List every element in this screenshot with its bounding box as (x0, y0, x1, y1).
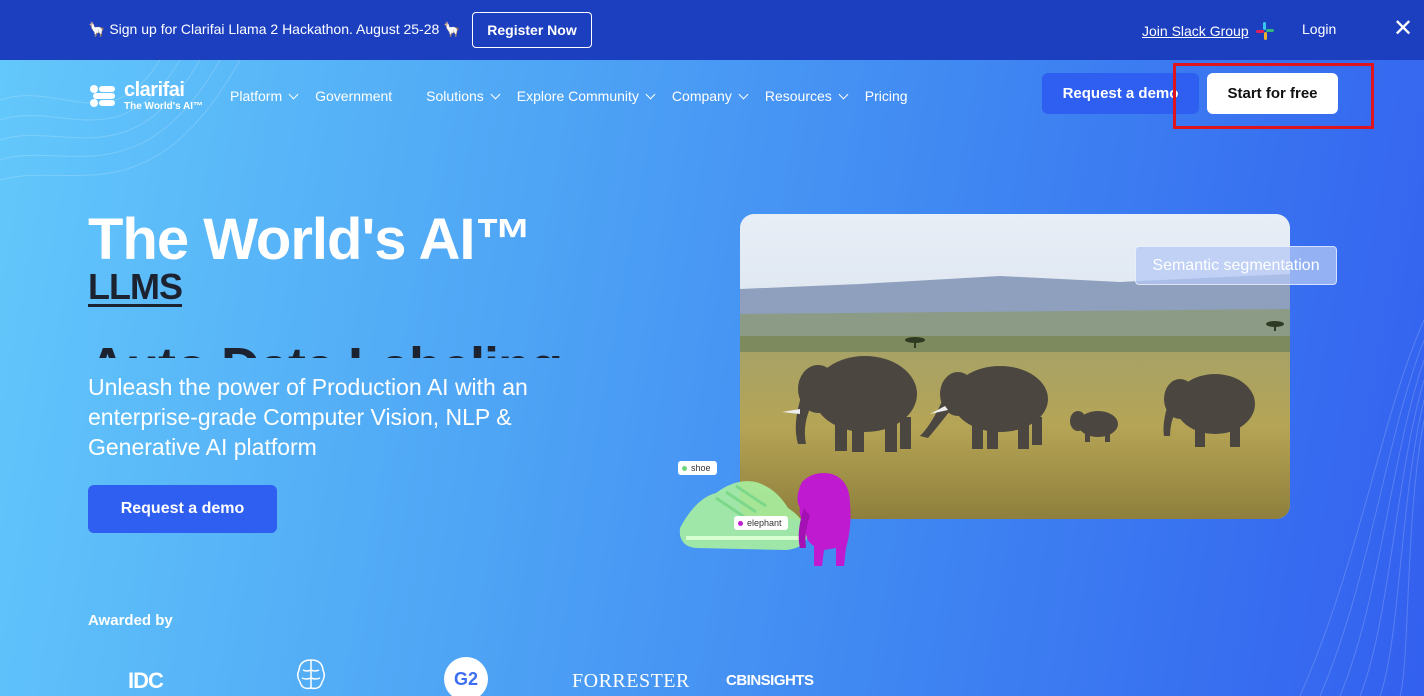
hero-subtitle: Unleash the power of Production AI with … (88, 374, 528, 460)
hero-rotating-word: LLMS (88, 266, 183, 307)
hero-title: The World's AI™ (88, 207, 532, 272)
hero-rotating-next: Auto Data Labeling (88, 336, 568, 358)
chevron-down-icon (645, 89, 656, 99)
nav-government[interactable]: Government (315, 86, 392, 106)
register-now-button[interactable]: Register Now (472, 12, 592, 48)
slack-icon (1255, 22, 1274, 40)
shoe-chip: shoe (678, 461, 717, 475)
idc-logo: IDC (128, 668, 164, 693)
request-demo-button[interactable]: Request a demo (88, 485, 277, 533)
brain-award-icon (296, 659, 326, 690)
clarifai-logo-icon (90, 85, 115, 107)
nav-platform[interactable]: Platform (230, 86, 299, 106)
brand-name: clarifai (124, 79, 185, 101)
elephant-chip: elephant (734, 516, 788, 530)
awarded-by-heading: Awarded by (88, 612, 173, 629)
nav-company[interactable]: Company (672, 86, 749, 106)
segmented-elephant-image (797, 473, 851, 566)
request-demo-nav-button[interactable]: Request a demo (1042, 73, 1199, 114)
close-icon[interactable]: ✕ (1392, 16, 1414, 42)
join-slack-link[interactable]: Join Slack Group (1142, 21, 1275, 41)
login-link[interactable]: Login (1302, 21, 1336, 37)
brand-tagline: The World's AI™ (124, 101, 204, 112)
announcement-bar: 🦙 Sign up for Clarifai Llama 2 Hackathon… (0, 0, 1424, 60)
main-nav: Platform Government Solutions Explore Co… (230, 86, 926, 106)
hero-rotating-next-text: Auto Data Labeling (88, 336, 563, 358)
g2-logo: G2 (444, 657, 488, 696)
nav-resources[interactable]: Resources (765, 86, 849, 106)
join-slack-label: Join Slack Group (1142, 23, 1249, 39)
nav-solutions[interactable]: Solutions (426, 86, 501, 106)
cbinsights-logo: CBINSIGHTS (726, 672, 814, 689)
chevron-down-icon (738, 89, 749, 99)
nav-explore-community[interactable]: Explore Community (517, 86, 656, 106)
nav-pricing[interactable]: Pricing (865, 86, 908, 106)
chevron-down-icon (490, 89, 501, 99)
chevron-down-icon (288, 89, 299, 99)
chevron-down-icon (838, 89, 849, 99)
semantic-segmentation-label: Semantic segmentation (1135, 246, 1337, 285)
elephant-dot (738, 520, 743, 526)
shoe-dot (682, 465, 687, 471)
start-for-free-button[interactable]: Start for free (1207, 73, 1338, 114)
announcement-message: 🦙 Sign up for Clarifai Llama 2 Hackathon… (88, 21, 461, 37)
clarifai-logo[interactable]: clarifai The World's AI™ (88, 80, 203, 112)
forrester-logo: FORRESTER (572, 670, 690, 692)
